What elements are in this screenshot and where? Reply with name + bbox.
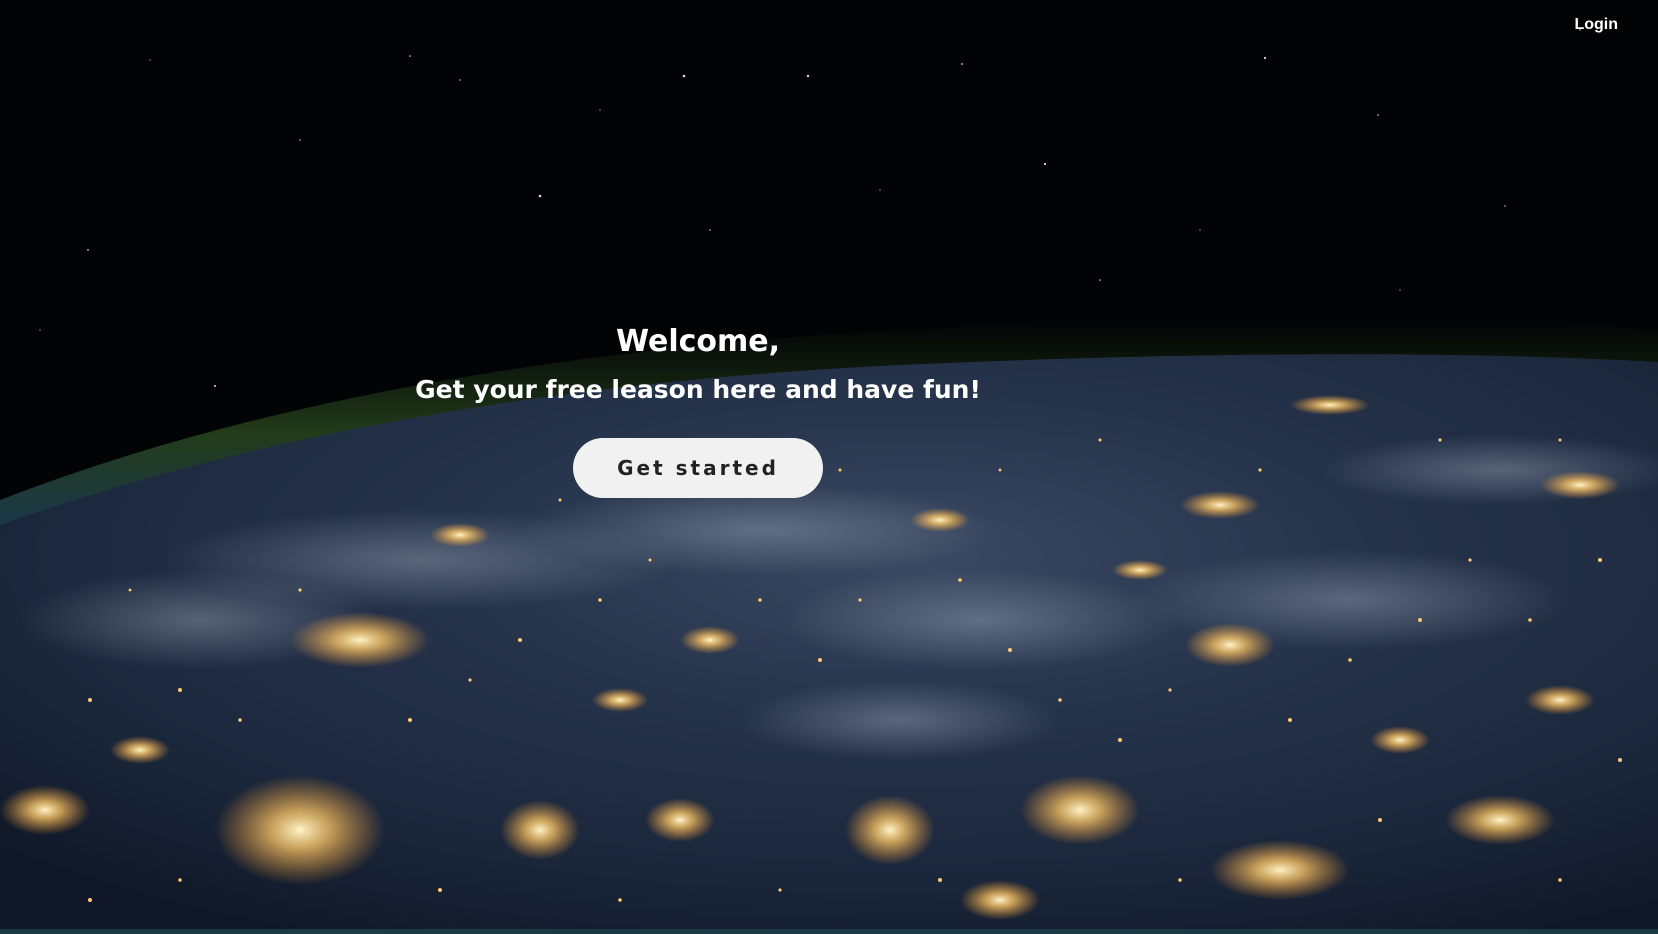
login-link[interactable]: Login bbox=[1574, 14, 1618, 36]
bottom-strip bbox=[0, 929, 1658, 934]
hero-section: Login Welcome, Get your free leason here… bbox=[0, 0, 1658, 934]
hero-subheading: Get your free leason here and have fun! bbox=[415, 375, 981, 404]
top-nav: Login bbox=[1574, 14, 1618, 36]
welcome-heading: Welcome, bbox=[615, 324, 781, 359]
get-started-button[interactable]: Get started bbox=[573, 438, 823, 498]
hero-content: Welcome, Get your free leason here and h… bbox=[0, 318, 1396, 498]
